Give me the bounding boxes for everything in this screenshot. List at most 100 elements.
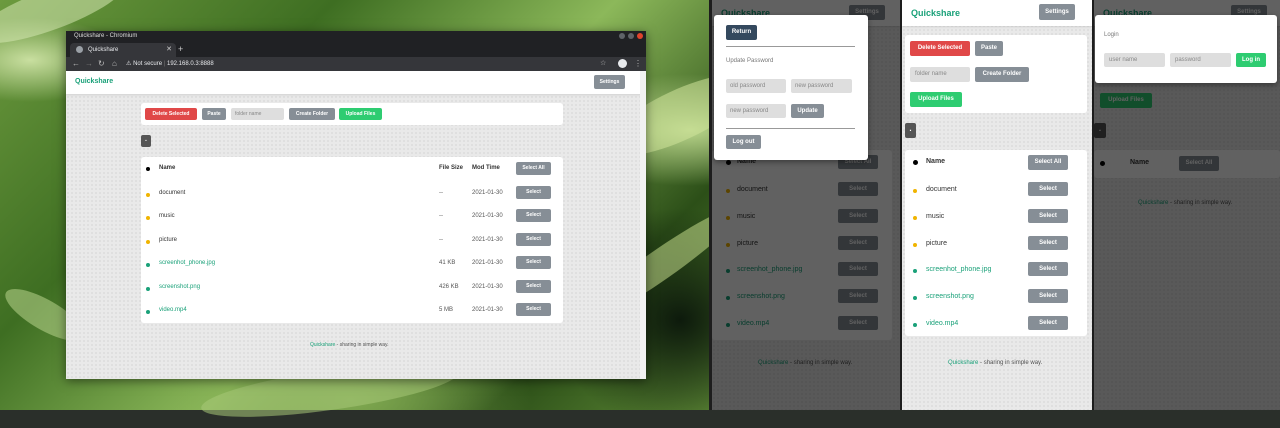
- folder-name-input[interactable]: folder name: [910, 67, 970, 82]
- upload-files-button[interactable]: Upload Files: [339, 108, 382, 120]
- footer: Quickshare - sharing in simple way.: [948, 360, 1042, 366]
- settings-button[interactable]: Settings: [1039, 4, 1075, 20]
- file-name[interactable]: screenshot.png: [159, 284, 200, 290]
- minimize-icon[interactable]: [619, 33, 625, 39]
- column-name: Name: [159, 165, 176, 171]
- file-name[interactable]: music: [926, 213, 944, 220]
- separator: [726, 128, 855, 129]
- brand-link[interactable]: Quickshare: [75, 78, 113, 85]
- new-password-input[interactable]: new password: [791, 79, 852, 93]
- upload-files-button[interactable]: Upload Files: [910, 92, 962, 107]
- toolbar-card: Delete Selected Paste folder name Create…: [141, 103, 563, 125]
- file-table: Name Select All document Select music Selec…: [905, 150, 1087, 336]
- select-button[interactable]: Select: [516, 256, 551, 270]
- username-input[interactable]: user name: [1104, 53, 1165, 67]
- file-name[interactable]: music: [159, 213, 175, 219]
- select-button[interactable]: Select: [516, 303, 551, 316]
- tab-title: Quickshare: [88, 47, 119, 53]
- delete-selected-button[interactable]: Delete Selected: [910, 41, 970, 56]
- logout-button[interactable]: Log out: [726, 135, 761, 149]
- select-button[interactable]: Select: [516, 279, 551, 293]
- file-dot-icon: [146, 263, 150, 268]
- file-size: 5 MB: [439, 307, 454, 313]
- footer-tagline: - sharing in simple way.: [978, 360, 1043, 366]
- select-button[interactable]: Select: [1028, 182, 1068, 196]
- select-button[interactable]: Select: [1028, 208, 1068, 223]
- profile-icon[interactable]: [618, 59, 627, 68]
- browser-window: Quickshare - Chromium Quickshare ✕ + ← →…: [66, 31, 646, 379]
- login-button[interactable]: Log in: [1236, 53, 1266, 67]
- file-name[interactable]: screenhot_phone.jpg: [159, 260, 215, 266]
- reload-icon[interactable]: ↻: [98, 57, 105, 71]
- address-bar[interactable]: ⚠ Not secure | 192.168.0.3:8888: [126, 59, 596, 69]
- footer-tagline: - sharing in simple way.: [335, 342, 389, 348]
- file-name[interactable]: picture: [926, 240, 947, 247]
- breadcrumb[interactable]: .: [905, 123, 916, 138]
- file-name[interactable]: document: [159, 190, 185, 196]
- select-button[interactable]: Select: [1028, 235, 1068, 250]
- separator: [726, 46, 855, 47]
- breadcrumb[interactable]: .: [141, 135, 151, 147]
- paste-button[interactable]: Paste: [975, 41, 1003, 56]
- folder-dot-icon: [913, 215, 917, 220]
- create-folder-button[interactable]: Create Folder: [975, 67, 1029, 82]
- create-folder-button[interactable]: Create Folder: [289, 108, 335, 120]
- login-title: Login: [1104, 32, 1119, 38]
- close-tab-icon[interactable]: ✕: [166, 43, 172, 57]
- forward-icon[interactable]: →: [85, 57, 93, 71]
- back-icon[interactable]: ←: [72, 57, 80, 71]
- browser-toolbar: ← → ↻ ⌂ ⚠ Not secure | 192.168.0.3:8888 …: [66, 57, 646, 71]
- app-header: Quickshare Settings: [66, 71, 646, 94]
- file-name[interactable]: screenhot_phone.jpg: [926, 266, 991, 273]
- password-input[interactable]: password: [1170, 53, 1231, 67]
- select-button[interactable]: Select: [516, 186, 551, 199]
- file-dot-icon: [146, 286, 150, 291]
- mod-time: 2021-01-30: [472, 236, 503, 243]
- update-button[interactable]: Update: [791, 104, 824, 118]
- scrollbar[interactable]: [640, 71, 646, 379]
- file-name[interactable]: screenshot.png: [926, 293, 974, 300]
- folder-dot-icon: [146, 193, 150, 197]
- select-button[interactable]: Select: [516, 232, 551, 246]
- mod-time: 2021-01-30: [472, 190, 503, 196]
- home-icon[interactable]: ⌂: [112, 57, 117, 71]
- select-button[interactable]: Select: [1028, 289, 1068, 304]
- folder-name-input[interactable]: folder name: [231, 108, 284, 120]
- app-header: Quickshare Settings: [902, 0, 1092, 26]
- settings-panel: Return Update Password old password new …: [714, 15, 868, 160]
- old-password-input[interactable]: old password: [726, 79, 786, 93]
- select-button[interactable]: Select: [1028, 316, 1068, 330]
- mod-time: 2021-01-30: [472, 283, 503, 290]
- file-name[interactable]: document: [926, 186, 957, 193]
- footer-brand[interactable]: Quickshare: [310, 342, 335, 348]
- star-icon[interactable]: ☆: [600, 57, 606, 71]
- menu-icon[interactable]: ⋮: [634, 57, 642, 71]
- footer: Quickshare - sharing in simple way.: [310, 342, 389, 348]
- file-dot-icon: [146, 310, 150, 314]
- settings-view: Quickshare Settings Name Select All docu…: [712, 0, 900, 410]
- paste-button[interactable]: Paste: [202, 108, 226, 120]
- return-button[interactable]: Return: [726, 25, 757, 40]
- maximize-icon[interactable]: [628, 33, 634, 39]
- select-button[interactable]: Select: [516, 209, 551, 223]
- file-dot-icon: [913, 296, 917, 301]
- folder-dot-icon: [146, 216, 150, 221]
- settings-button[interactable]: Settings: [594, 75, 625, 89]
- select-all-button[interactable]: Select All: [516, 162, 551, 175]
- window-title: Quickshare - Chromium: [74, 33, 138, 39]
- close-window-icon[interactable]: [637, 33, 643, 39]
- file-name[interactable]: picture: [159, 237, 177, 243]
- file-name[interactable]: video.mp4: [159, 307, 187, 313]
- delete-selected-button[interactable]: Delete Selected: [145, 108, 197, 120]
- repeat-password-input[interactable]: new password: [726, 104, 786, 118]
- footer-brand[interactable]: Quickshare: [948, 360, 978, 366]
- not-secure-label: Not secure: [133, 61, 163, 67]
- brand-link[interactable]: Quickshare: [911, 8, 960, 18]
- select-button[interactable]: Select: [1028, 262, 1068, 277]
- file-name[interactable]: video.mp4: [926, 320, 958, 327]
- select-all-button[interactable]: Select All: [1028, 155, 1068, 170]
- browser-tab[interactable]: Quickshare ✕: [70, 43, 176, 57]
- new-tab-icon[interactable]: +: [178, 43, 183, 55]
- login-view: Quickshare Settings Upload Files . Name …: [1094, 0, 1280, 410]
- header-dot: [146, 167, 150, 171]
